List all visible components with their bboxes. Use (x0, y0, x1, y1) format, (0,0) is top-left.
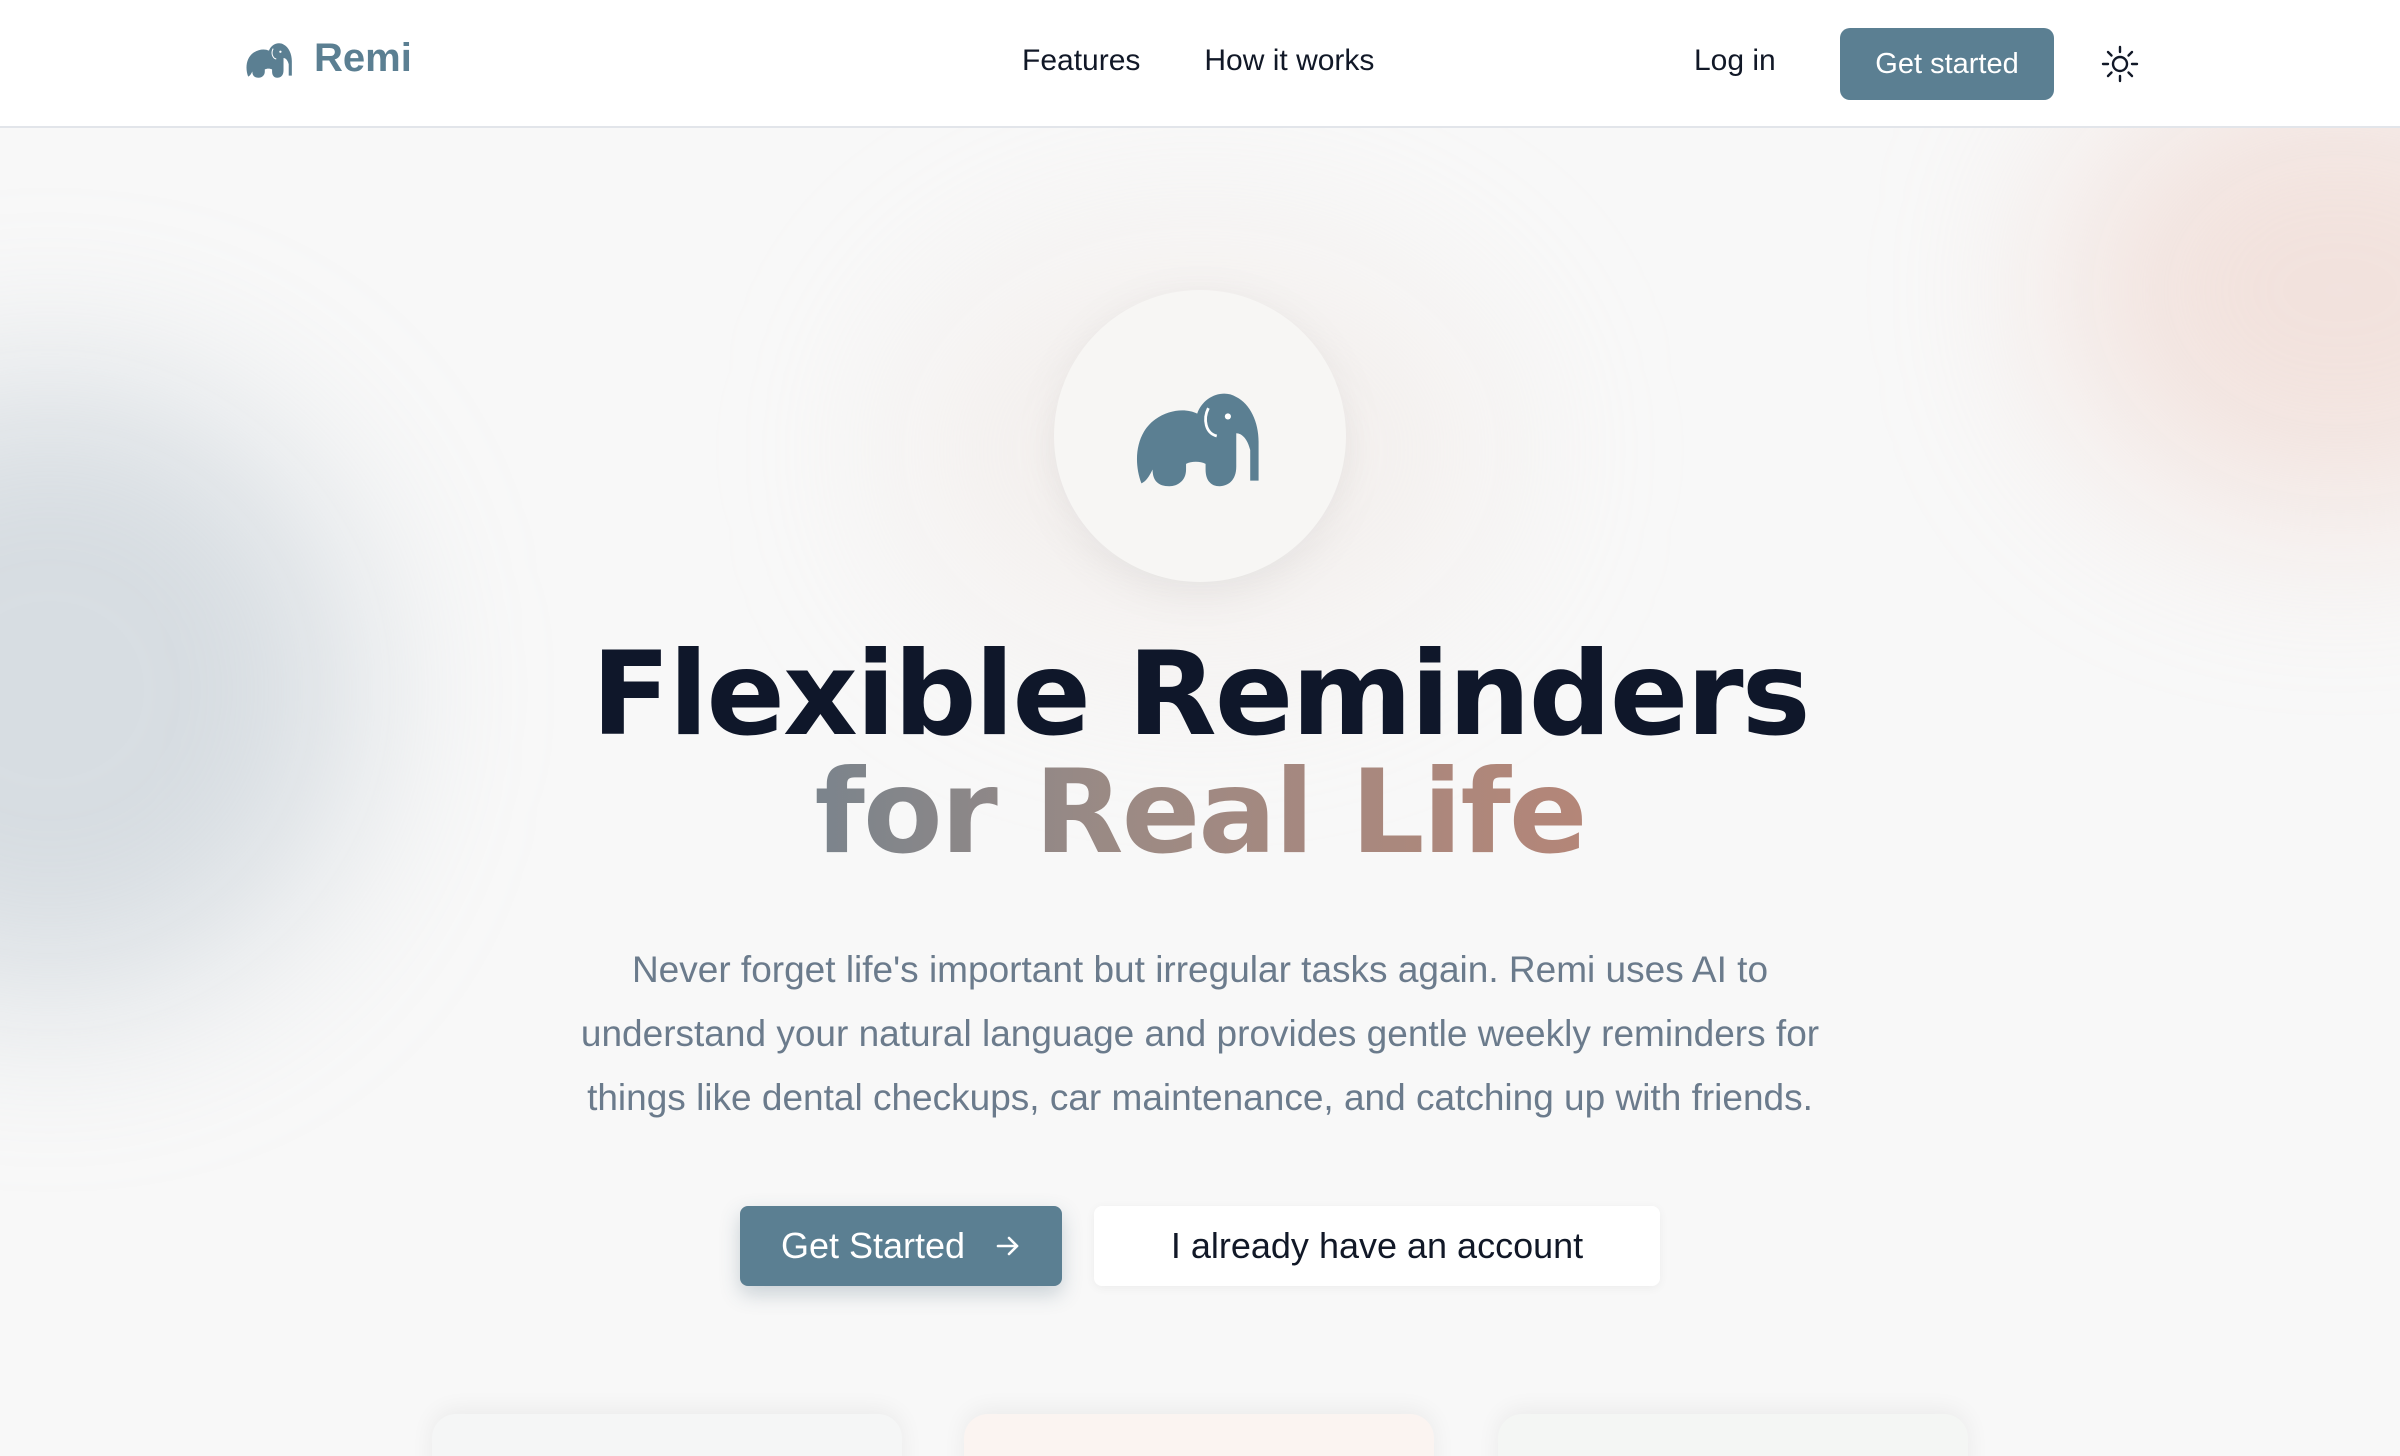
get-started-label: Get Started (780, 1225, 966, 1266)
hero-headline-accent: for Real Life (0, 754, 2400, 872)
background-glow-right (2060, 60, 2400, 520)
feature-card (432, 1414, 902, 1456)
get-started-header-button[interactable]: Get started (1840, 28, 2054, 100)
feature-card (1498, 1414, 1968, 1456)
hero-logo-badge (1054, 290, 1346, 582)
nav-link-features[interactable]: Features (1022, 44, 1140, 78)
arrow-right-icon (996, 1236, 1019, 1256)
elephant-icon (1136, 393, 1259, 487)
site-header: Remi Features How it works Log in Get st… (0, 0, 2400, 128)
feature-card (964, 1414, 1434, 1456)
brand-logo-link[interactable]: Remi (244, 36, 412, 81)
theme-toggle-button[interactable] (2100, 44, 2140, 84)
get-started-button[interactable]: Get Started (740, 1206, 1062, 1286)
hero-headline-gradient-text: for Real Life (814, 745, 1588, 880)
landing-page: Remi Features How it works Log in Get st… (0, 0, 2400, 1456)
main-nav: Features How it works (1022, 44, 1374, 78)
hero-description: Never forget life's important but irregu… (580, 949, 1820, 1118)
elephant-icon (246, 42, 292, 78)
login-link[interactable]: Log in (1694, 44, 1776, 78)
existing-account-button[interactable]: I already have an account (1094, 1206, 1660, 1286)
hero-headline: Flexible Reminders (591, 627, 1810, 762)
sun-icon (2101, 45, 2139, 83)
nav-link-how-it-works[interactable]: How it works (1204, 44, 1374, 78)
brand-name: Remi (314, 36, 412, 80)
